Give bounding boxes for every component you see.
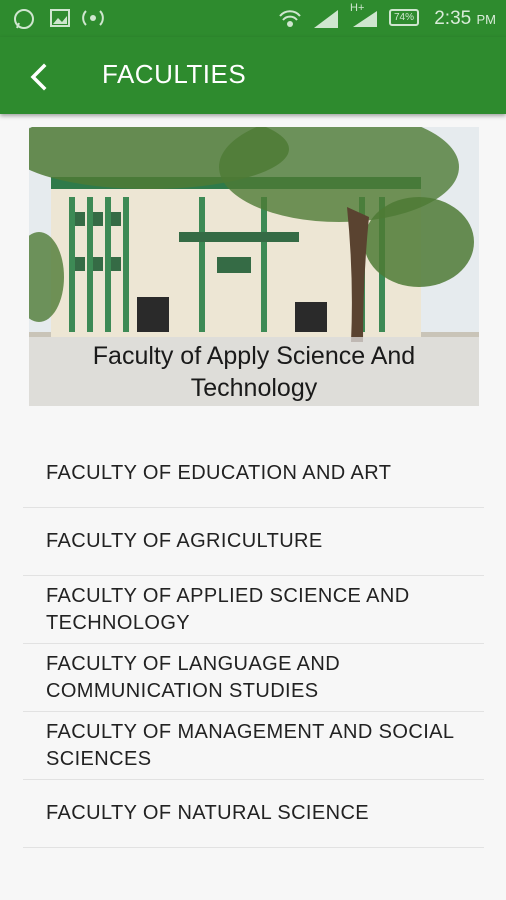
clock: 2:35 PM: [434, 8, 496, 30]
app-bar: FACULTIES: [0, 37, 506, 114]
status-bar: H+ 74% 2:35 PM: [0, 0, 506, 37]
signal-icon-2: [353, 11, 377, 27]
page-title: FACULTIES: [102, 59, 247, 89]
signal-icon: [314, 10, 338, 28]
gallery-icon: [50, 9, 70, 27]
battery-level: 74%: [393, 12, 414, 23]
battery-icon: 74%: [389, 9, 419, 26]
faculty-list: FACULTY OF EDUCATION AND ART FACULTY OF …: [23, 440, 484, 848]
wifi-icon: [279, 10, 301, 27]
list-item[interactable]: FACULTY OF EDUCATION AND ART: [23, 440, 484, 508]
faculty-banner[interactable]: Faculty of Apply Science And Technology: [29, 127, 479, 406]
list-item[interactable]: FACULTY OF MANAGEMENT AND SOCIAL SCIENCE…: [23, 712, 484, 780]
clock-ampm: PM: [476, 12, 497, 27]
hotspot-icon: [82, 10, 104, 26]
list-item[interactable]: FACULTY OF APPLIED SCIENCE AND TECHNOLOG…: [23, 576, 484, 644]
whatsapp-icon: [14, 9, 34, 29]
clock-time: 2:35: [434, 8, 472, 29]
list-item[interactable]: FACULTY OF LANGUAGE AND COMMUNICATION ST…: [23, 644, 484, 712]
banner-caption: Faculty of Apply Science And Technology: [29, 337, 479, 406]
list-item[interactable]: FACULTY OF NATURAL SCIENCE: [23, 780, 484, 848]
list-item[interactable]: FACULTY OF AGRICULTURE: [23, 508, 484, 576]
back-arrow-icon[interactable]: [22, 59, 58, 95]
